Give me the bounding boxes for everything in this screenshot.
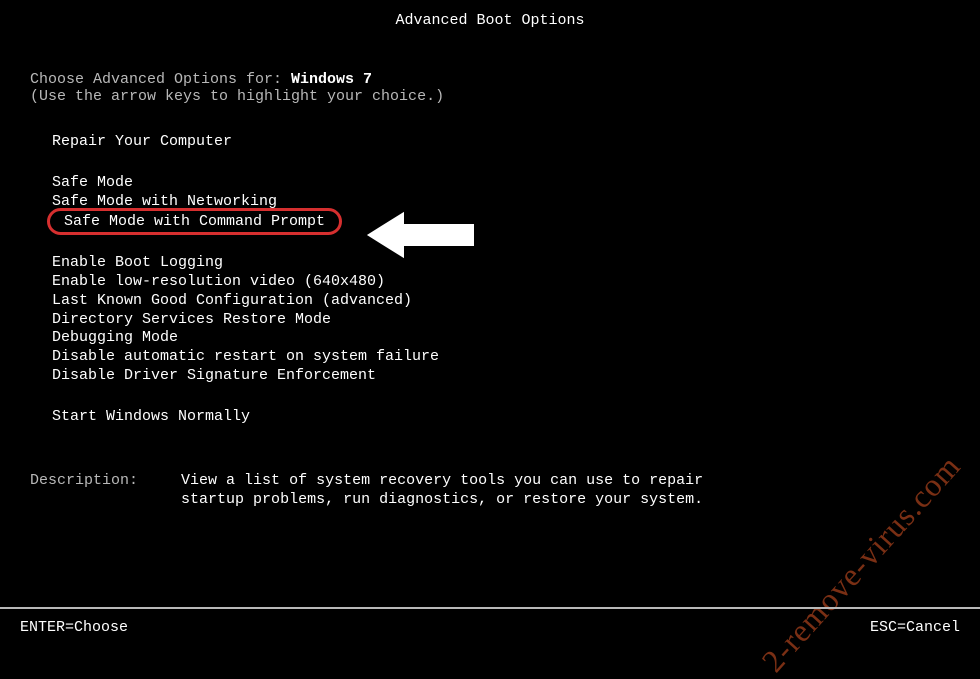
menu-group-advanced: Enable Boot Logging Enable low-resolutio… (52, 254, 950, 385)
menu-group-repair: Repair Your Computer (52, 133, 950, 152)
menu-item-disable-auto-restart[interactable]: Disable automatic restart on system fail… (52, 348, 950, 367)
menu-item-boot-logging[interactable]: Enable Boot Logging (52, 254, 950, 273)
menu-item-last-known-good[interactable]: Last Known Good Configuration (advanced) (52, 292, 950, 311)
page-title: Advanced Boot Options (0, 0, 980, 41)
description-label: Description: (30, 472, 138, 489)
footer-bar: ENTER=Choose ESC=Cancel (0, 607, 980, 650)
arrow-key-instruction: (Use the arrow keys to highlight your ch… (30, 88, 950, 105)
menu-item-debugging-mode[interactable]: Debugging Mode (52, 329, 950, 348)
prompt-prefix: Choose Advanced Options for: (30, 71, 291, 88)
description-section: Description: View a list of system recov… (30, 472, 950, 510)
description-text: View a list of system recovery tools you… (181, 472, 741, 510)
menu-group-safe-mode: Safe Mode Safe Mode with Networking Safe… (52, 174, 950, 233)
menu-item-low-resolution[interactable]: Enable low-resolution video (640x480) (52, 273, 950, 292)
prompt-line: Choose Advanced Options for: Windows 7 (30, 71, 950, 88)
menu-item-safe-mode[interactable]: Safe Mode (52, 174, 950, 193)
menu-item-start-normally[interactable]: Start Windows Normally (52, 408, 950, 427)
highlighted-menu-item: Safe Mode with Command Prompt (52, 211, 337, 232)
menu-item-safe-mode-networking[interactable]: Safe Mode with Networking (52, 193, 950, 212)
menu-item-directory-services-restore[interactable]: Directory Services Restore Mode (52, 311, 950, 330)
footer-esc-hint: ESC=Cancel (870, 619, 960, 636)
menu-item-repair-computer[interactable]: Repair Your Computer (52, 133, 950, 152)
menu-group-normal: Start Windows Normally (52, 408, 950, 427)
prompt-os: Windows 7 (291, 71, 372, 88)
menu-item-safe-mode-command-prompt[interactable]: Safe Mode with Command Prompt (52, 211, 337, 232)
footer-enter-hint: ENTER=Choose (20, 619, 128, 636)
menu-item-disable-driver-signature[interactable]: Disable Driver Signature Enforcement (52, 367, 950, 386)
